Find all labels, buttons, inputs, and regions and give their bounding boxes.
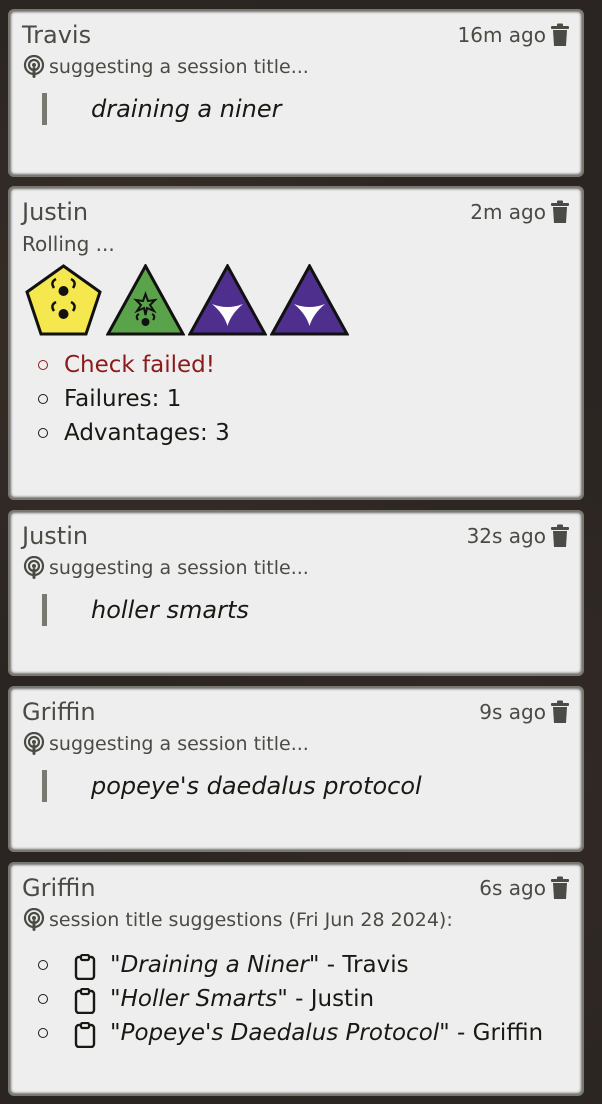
trash-icon[interactable] [550, 200, 570, 224]
message-header: Justin 32s ago [22, 512, 570, 552]
message-speaker[interactable]: Griffin [22, 698, 96, 726]
chat-log: Travis 16m ago suggesting a session titl… [0, 0, 602, 1104]
message-flavor: suggesting a session title... [22, 732, 570, 756]
flavor-text: suggesting a session title... [49, 733, 309, 755]
suggestion-item: "Draining a Niner" - Travis [22, 948, 570, 982]
trash-icon[interactable] [550, 876, 570, 900]
suggestion-title: "Draining a Niner" [110, 952, 320, 978]
suggestion-author: - Griffin [449, 1020, 544, 1046]
message-header: Justin 2m ago [22, 188, 570, 228]
result-failures: Failures: 1 [22, 382, 570, 416]
ability-die-icon[interactable] [188, 264, 267, 336]
chat-message: Justin 32s ago suggesting a session titl… [8, 510, 584, 676]
podcast-icon [23, 556, 45, 579]
message-speaker[interactable]: Justin [22, 198, 88, 226]
podcast-icon [23, 732, 45, 755]
chat-message: Travis 16m ago suggesting a session titl… [8, 9, 584, 177]
message-flavor: session title suggestions (Fri Jun 28 20… [22, 908, 570, 932]
suggestion-quote: popeye's daedalus protocol [42, 770, 570, 802]
podcast-icon [23, 908, 45, 931]
suggestion-item: "Holler Smarts" - Justin [22, 982, 570, 1016]
ability-die-icon[interactable] [270, 264, 349, 336]
suggestion-list: "Draining a Niner" - Travis "Holler Smar… [22, 948, 570, 1050]
message-timestamp: 6s ago [479, 876, 546, 900]
message-metadata: 6s ago [479, 876, 570, 900]
message-metadata: 2m ago [470, 200, 570, 224]
suggestion-title: "Popeye's Daedalus Protocol" [110, 1020, 450, 1046]
message-timestamp: 9s ago [479, 700, 546, 724]
suggestion-author: - Travis [319, 952, 409, 978]
message-flavor: suggesting a session title... [22, 55, 570, 79]
flavor-text: suggesting a session title... [49, 557, 309, 579]
message-speaker[interactable]: Justin [22, 522, 88, 550]
message-header: Travis 16m ago [22, 11, 570, 51]
result-check-failed: Check failed! [22, 348, 570, 382]
proficiency-die-icon[interactable] [24, 264, 103, 336]
result-advantages: Advantages: 3 [22, 416, 570, 450]
message-metadata: 16m ago [458, 23, 570, 47]
clipboard-icon[interactable] [74, 1022, 96, 1048]
message-header: Griffin 6s ago [22, 864, 570, 904]
clipboard-icon[interactable] [74, 954, 96, 980]
podcast-icon [23, 55, 45, 78]
message-metadata: 32s ago [467, 524, 570, 548]
dice-pool [24, 264, 570, 336]
roll-results: Check failed! Failures: 1 Advantages: 3 [22, 348, 570, 450]
message-timestamp: 2m ago [470, 200, 546, 224]
message-timestamp: 32s ago [466, 524, 546, 548]
roll-flavor: Rolling ... [22, 232, 115, 256]
suggestion-author: - Justin [287, 986, 375, 1012]
flavor-text: session title suggestions (Fri Jun 28 20… [49, 909, 453, 931]
trash-icon[interactable] [550, 524, 570, 548]
suggestion-title: "Holler Smarts" [110, 986, 288, 1012]
message-timestamp: 16m ago [457, 23, 546, 47]
suggestion-quote: holler smarts [42, 594, 570, 626]
chat-message: Griffin 9s ago suggesting a session titl… [8, 686, 584, 852]
message-metadata: 9s ago [479, 700, 570, 724]
ability-die-icon[interactable] [106, 264, 185, 336]
trash-icon[interactable] [550, 23, 570, 47]
clipboard-icon[interactable] [74, 988, 96, 1014]
flavor-text: suggesting a session title... [49, 56, 309, 78]
chat-message: Griffin 6s ago session title suggestions… [8, 862, 584, 1096]
message-flavor: suggesting a session title... [22, 556, 570, 580]
message-speaker[interactable]: Griffin [22, 874, 96, 902]
chat-message: Justin 2m ago Rolling ... Check failed! … [8, 186, 584, 500]
suggestion-item: "Popeye's Daedalus Protocol" - Griffin [22, 1016, 570, 1050]
message-header: Griffin 9s ago [22, 688, 570, 728]
suggestion-quote: draining a niner [42, 93, 570, 125]
trash-icon[interactable] [550, 700, 570, 724]
message-speaker[interactable]: Travis [22, 21, 91, 49]
